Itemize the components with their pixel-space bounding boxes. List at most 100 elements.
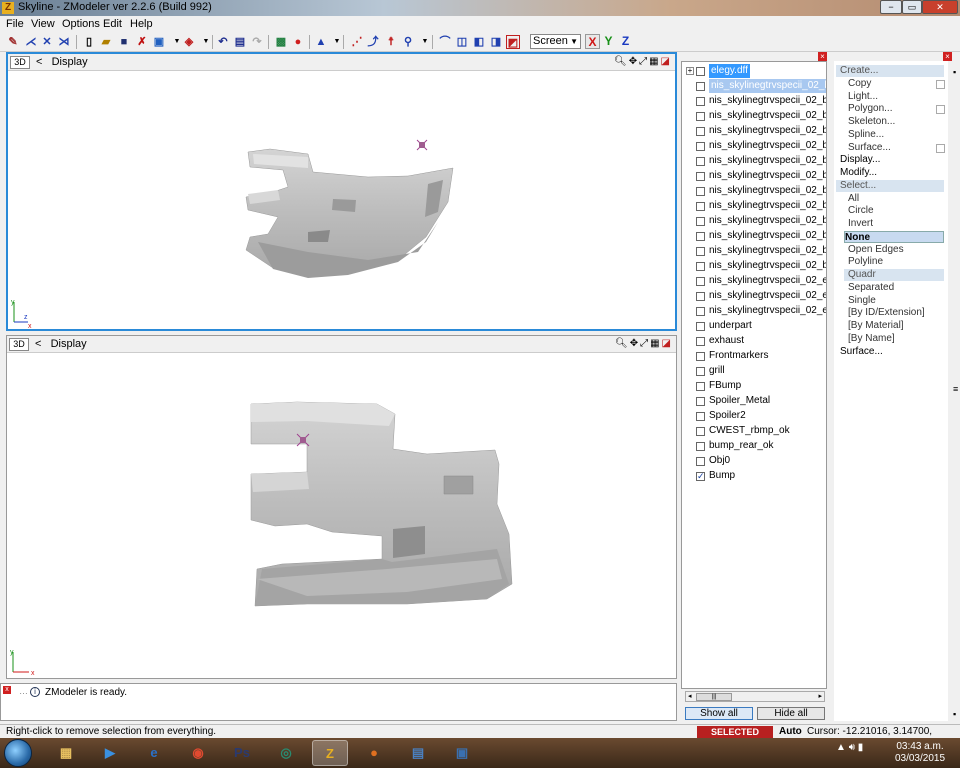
- viewport-mode-button[interactable]: 3D: [9, 338, 29, 351]
- visibility-checkbox[interactable]: [696, 307, 705, 316]
- hierarchy-item[interactable]: Frontmarkers: [696, 349, 826, 364]
- figure-dropdown-icon[interactable]: ▼: [418, 35, 432, 49]
- visibility-checkbox[interactable]: [696, 412, 705, 421]
- save-icon[interactable]: ■: [117, 35, 131, 49]
- hierarchy-item[interactable]: grill: [696, 364, 826, 379]
- command-item[interactable]: Modify...: [840, 167, 877, 179]
- rotate-view-icon[interactable]: ✥: [629, 56, 639, 67]
- zoom-icon[interactable]: 🔍︎: [615, 338, 630, 349]
- new-file-icon[interactable]: ▯: [82, 35, 96, 49]
- hierarchy-item[interactable]: elegy.dff: [696, 64, 826, 79]
- texture-icon[interactable]: ▩: [274, 35, 288, 49]
- axis-z-button[interactable]: Z: [618, 34, 633, 49]
- fit-view-icon[interactable]: ⤢: [640, 338, 650, 349]
- import-icon[interactable]: ▣: [152, 35, 166, 49]
- hierarchy-item[interactable]: nis_skylinegtrvspecii_02_bump: [696, 259, 826, 274]
- command-item[interactable]: [By Name]: [848, 333, 895, 345]
- vertex-tool-icon[interactable]: ⋌: [24, 35, 38, 49]
- visibility-checkbox[interactable]: [696, 382, 705, 391]
- document-icon[interactable]: ▤: [400, 740, 436, 766]
- chrome-icon[interactable]: ◉: [180, 740, 216, 766]
- command-item[interactable]: Polygon...: [848, 103, 892, 115]
- cube-tool-icon[interactable]: ◧: [472, 35, 486, 49]
- visibility-checkbox[interactable]: [696, 292, 705, 301]
- photoshop-icon[interactable]: Ps: [224, 740, 260, 766]
- tree-expander-icon[interactable]: +: [686, 67, 694, 75]
- pivot-marker[interactable]: [416, 139, 428, 151]
- hierarchy-panel[interactable]: + elegy.dff nis_skylinegtrvspecii_02_bump…: [681, 61, 827, 689]
- scroll-thumb[interactable]: |||: [696, 693, 732, 701]
- command-item[interactable]: Single: [848, 295, 876, 307]
- command-item[interactable]: Circle: [848, 205, 874, 217]
- viewport-bottom-canvas[interactable]: y x: [7, 354, 676, 678]
- command-item[interactable]: Skeleton...: [848, 116, 895, 128]
- hierarchy-item[interactable]: Obj0: [696, 454, 826, 469]
- visibility-checkbox[interactable]: [696, 232, 705, 241]
- spline-tool-icon[interactable]: ⌒: [438, 35, 452, 49]
- zoom-icon[interactable]: 🔍︎: [614, 56, 629, 67]
- menu-help[interactable]: Help: [130, 18, 153, 30]
- maximize-view-icon[interactable]: ◪: [662, 338, 673, 349]
- show-all-button[interactable]: Show all: [685, 707, 753, 720]
- window-app-icon[interactable]: ▣: [444, 740, 480, 766]
- command-item[interactable]: Spline...: [848, 129, 884, 141]
- fit-view-icon[interactable]: ⤢: [639, 56, 649, 67]
- commands-scrollbar[interactable]: ▪ ≡ ▪: [950, 61, 960, 721]
- visibility-checkbox[interactable]: [696, 457, 705, 466]
- hierarchy-item[interactable]: nis_skylinegtrvspecii_02_bump: [696, 109, 826, 124]
- axis-x-button[interactable]: X: [585, 34, 600, 49]
- menu-view[interactable]: View: [31, 18, 55, 30]
- command-item[interactable]: Separated: [848, 282, 894, 294]
- console-close-icon[interactable]: x: [3, 686, 11, 694]
- minimize-button[interactable]: −: [880, 0, 902, 14]
- hierarchy-item[interactable]: bump_rear_ok: [696, 439, 826, 454]
- hierarchy-item[interactable]: nis_skylinegtrvspecii_02_bump: [696, 244, 826, 259]
- command-item[interactable]: Surface...: [840, 346, 883, 358]
- visibility-checkbox[interactable]: [696, 397, 705, 406]
- hierarchy-item[interactable]: ✓ Bump: [696, 469, 826, 484]
- visibility-checkbox[interactable]: [696, 322, 705, 331]
- hierarchy-item[interactable]: underpart: [696, 319, 826, 334]
- hierarchy-item[interactable]: nis_skylinegtrvspecii_02_bump: [696, 199, 826, 214]
- visibility-checkbox[interactable]: [696, 352, 705, 361]
- commands-close-button[interactable]: ×: [943, 52, 952, 61]
- command-item[interactable]: Select...: [836, 179, 944, 192]
- hierarchy-item[interactable]: nis_skylinegtrvspecii_02_bump: [696, 184, 826, 199]
- media-player-icon[interactable]: ▶: [92, 740, 128, 766]
- hierarchy-horizontal-scrollbar[interactable]: ◂ ||| ▸: [685, 691, 825, 702]
- normals-dropdown-icon[interactable]: ▼: [330, 35, 344, 49]
- visibility-checkbox[interactable]: ✓: [696, 472, 705, 481]
- menu-options[interactable]: Options: [62, 18, 100, 30]
- hierarchy-item[interactable]: nis_skylinegtrvspecii_02_bump: [696, 229, 826, 244]
- command-item[interactable]: Polyline: [848, 256, 883, 268]
- visibility-checkbox[interactable]: [696, 337, 705, 346]
- hierarchy-item[interactable]: nis_skylinegtrvspecii_02_bump: [696, 154, 826, 169]
- visibility-checkbox[interactable]: [696, 112, 705, 121]
- properties-icon[interactable]: ▤: [233, 35, 247, 49]
- cube-outline-icon[interactable]: ◨: [489, 35, 503, 49]
- command-item[interactable]: [By ID/Extension]: [848, 307, 925, 319]
- menu-edit[interactable]: Edit: [103, 18, 122, 30]
- maximize-view-icon[interactable]: ◪: [661, 56, 672, 67]
- visibility-checkbox[interactable]: [696, 442, 705, 451]
- viewport-title[interactable]: < Display: [36, 56, 88, 68]
- visibility-checkbox[interactable]: [696, 427, 705, 436]
- visibility-checkbox[interactable]: [696, 127, 705, 136]
- command-item[interactable]: Display...: [840, 154, 880, 166]
- hierarchy-item[interactable]: nis_skylinegtrvspecii_02_bump: [696, 139, 826, 154]
- hierarchy-item[interactable]: nis_skylinegtrvspecii_02_exhau: [696, 289, 826, 304]
- viewport-top[interactable]: 3D < Display 🔍︎✥⤢▦◪ y z x: [6, 52, 677, 331]
- visibility-checkbox[interactable]: [696, 277, 705, 286]
- volume-icon[interactable]: 🔊︎: [849, 742, 855, 753]
- restore-button[interactable]: ▭: [902, 0, 922, 14]
- hierarchy-item[interactable]: nis_skylinegtrvspecii_02_exhau: [696, 304, 826, 319]
- selected-mode-badge[interactable]: SELECTED MODE: [697, 726, 773, 749]
- viewport-bottom[interactable]: 3D < Display 🔍︎✥⤢▦◪ y x: [6, 335, 677, 679]
- auto-indicator[interactable]: Auto: [779, 726, 802, 737]
- polygon-tool-icon[interactable]: ⋊: [57, 35, 71, 49]
- delete-icon[interactable]: ✗: [135, 35, 149, 49]
- redo-icon[interactable]: ↷: [250, 35, 264, 49]
- command-item[interactable]: All: [848, 193, 859, 205]
- hierarchy-item[interactable]: exhaust: [696, 334, 826, 349]
- explorer-icon[interactable]: ▦: [48, 740, 84, 766]
